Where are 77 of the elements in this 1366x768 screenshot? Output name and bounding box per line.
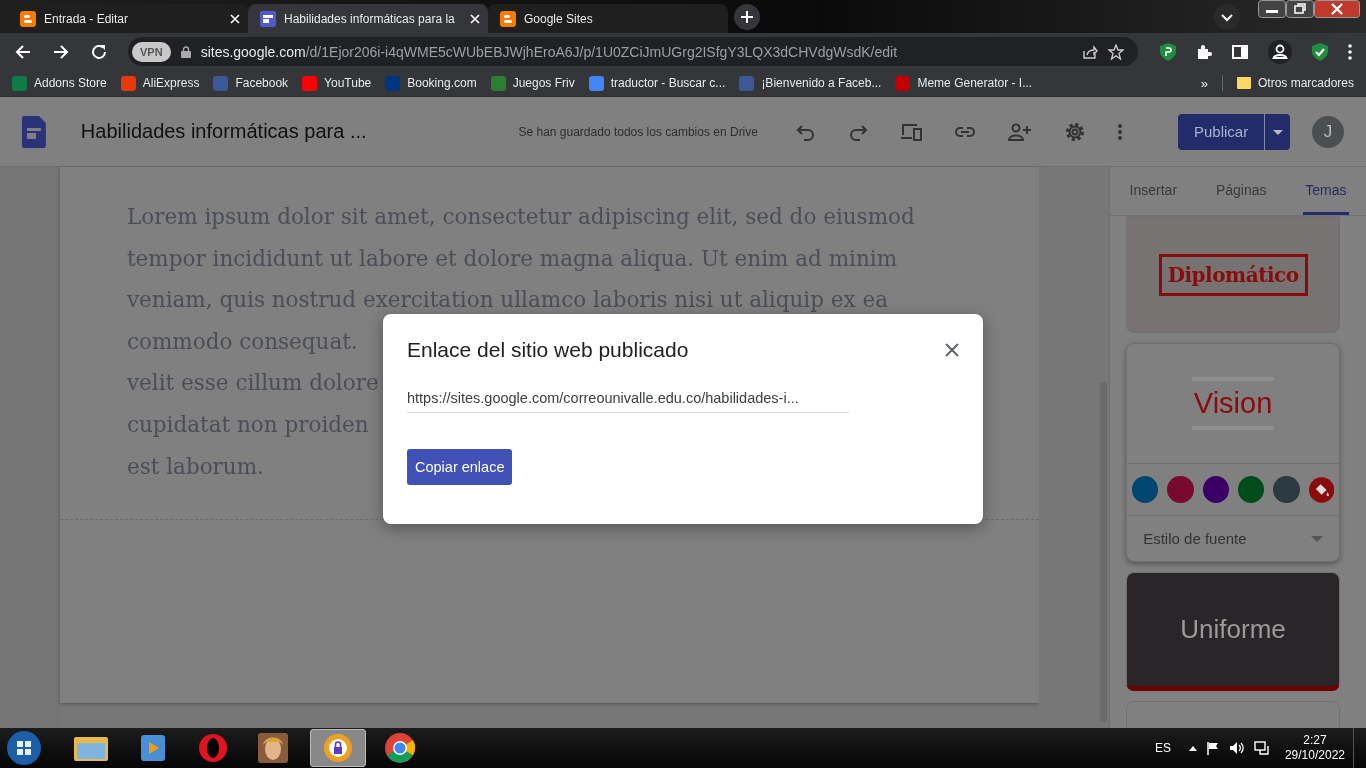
copy-link-button[interactable]: Copiar enlace xyxy=(407,449,513,485)
profile-icon[interactable] xyxy=(1268,39,1292,64)
tab-title: Entrada - Editar xyxy=(44,11,130,26)
caret-icon xyxy=(1272,130,1283,136)
bookmark-link[interactable]: YouTube xyxy=(302,75,372,91)
browser-tab[interactable]: Habilidades informáticas para la xyxy=(248,4,488,33)
tab-favicon-icon xyxy=(20,10,36,27)
tab-title: Google Sites xyxy=(524,11,594,26)
site-title[interactable]: Habilidades informáticas para ... xyxy=(80,120,499,143)
back-icon[interactable] xyxy=(14,42,32,61)
settings-icon[interactable] xyxy=(1063,120,1086,143)
more-bookmarks-button[interactable]: » xyxy=(1200,75,1208,91)
add-person-icon[interactable] xyxy=(1007,122,1032,141)
language-indicator[interactable]: ES xyxy=(1154,741,1171,755)
bookmark-link[interactable]: Booking.com xyxy=(385,75,477,91)
theme-card[interactable]: Uniforme xyxy=(1126,572,1340,691)
theme-name: Diplomático xyxy=(1158,253,1308,296)
game-icon[interactable] xyxy=(258,733,288,763)
menu-icon[interactable] xyxy=(1348,43,1352,60)
network-icon[interactable] xyxy=(1253,741,1270,755)
theme-name: Uniforme xyxy=(1180,614,1286,645)
start-button[interactable] xyxy=(4,728,44,768)
tab-favicon-icon xyxy=(260,10,276,27)
caret-icon xyxy=(1311,535,1323,542)
sites-logo-icon[interactable] xyxy=(22,115,46,148)
clock[interactable]: 2:27 29/10/2022 xyxy=(1284,733,1345,763)
forward-icon[interactable] xyxy=(52,42,70,61)
address-field[interactable]: sites.google.com/d/1Ejor206i-i4qWME5cWUbEBJWjhEroA6J/p/1U0ZCiJmUGrg2ISfgY3LQX3dCHVdgWsdK/edit xyxy=(200,43,898,60)
link-icon[interactable] xyxy=(953,125,976,138)
volume-icon[interactable] xyxy=(1228,741,1245,755)
reload-icon[interactable] xyxy=(90,42,108,61)
publish-button[interactable]: Publicar xyxy=(1177,113,1265,150)
tab-search-icon[interactable] xyxy=(1214,3,1240,30)
tab-title: Habilidades informáticas para la xyxy=(284,11,456,26)
paint-bucket-icon[interactable] xyxy=(1308,476,1334,503)
color-swatch[interactable] xyxy=(1167,476,1194,503)
lock-icon xyxy=(180,45,191,58)
new-tab-icon[interactable] xyxy=(734,3,760,30)
minimize-icon[interactable] xyxy=(1258,0,1286,18)
puzzle-icon[interactable] xyxy=(1196,43,1212,60)
bookmark-link[interactable]: Meme Generator - I... xyxy=(895,75,1033,91)
browser-tab[interactable]: Google Sites xyxy=(488,4,728,33)
color-swatch[interactable] xyxy=(1273,476,1300,503)
bookmark-link[interactable]: ¡Bienvenido a Faceb... xyxy=(739,75,882,91)
tab-favicon-icon xyxy=(500,10,516,27)
publish-menu-button[interactable] xyxy=(1264,113,1291,150)
theme-name: Vision xyxy=(1191,377,1275,430)
folder-icon xyxy=(1236,76,1251,90)
close-icon[interactable] xyxy=(945,343,959,357)
flag-icon[interactable] xyxy=(1205,741,1220,755)
bookmark-link[interactable]: Juegos Friv xyxy=(490,75,575,91)
bookmark-link[interactable]: Facebook xyxy=(213,75,289,91)
bookmark-link[interactable]: traductor - Buscar c... xyxy=(588,75,726,91)
shield-icon[interactable] xyxy=(1160,42,1176,61)
opera-icon[interactable] xyxy=(198,733,228,763)
vpn-badge[interactable]: VPN xyxy=(132,41,171,62)
devices-icon[interactable] xyxy=(899,122,922,141)
save-status: Se han guardado todos los cambios en Drive xyxy=(518,124,758,139)
url-field[interactable]: https://sites.google.com/correounivalle.edu.co/habilidades-i... xyxy=(407,390,849,413)
color-swatch[interactable] xyxy=(1132,476,1159,503)
restore-icon[interactable] xyxy=(1286,0,1314,18)
browser-lock-icon[interactable] xyxy=(323,733,353,763)
dialog-title: Enlace del sitio web publicado xyxy=(407,338,689,362)
bookmark-link[interactable]: Addons Store xyxy=(12,75,107,91)
bookmark-folder[interactable]: Otros marcadores xyxy=(1236,76,1354,90)
tray-arrow-icon[interactable] xyxy=(1188,745,1197,751)
shield-check-icon[interactable] xyxy=(1312,42,1328,61)
media-player-icon[interactable] xyxy=(138,733,168,763)
bookmark-link[interactable]: AliExpress xyxy=(120,75,200,91)
avatar[interactable]: J xyxy=(1312,115,1344,148)
share-icon[interactable] xyxy=(1082,43,1098,60)
chrome-icon[interactable] xyxy=(384,732,416,764)
side-panel-icon[interactable] xyxy=(1232,43,1248,60)
color-swatch[interactable] xyxy=(1202,476,1230,503)
color-swatch[interactable] xyxy=(1238,476,1265,503)
more-icon[interactable] xyxy=(1117,123,1122,140)
star-icon[interactable] xyxy=(1108,43,1124,60)
